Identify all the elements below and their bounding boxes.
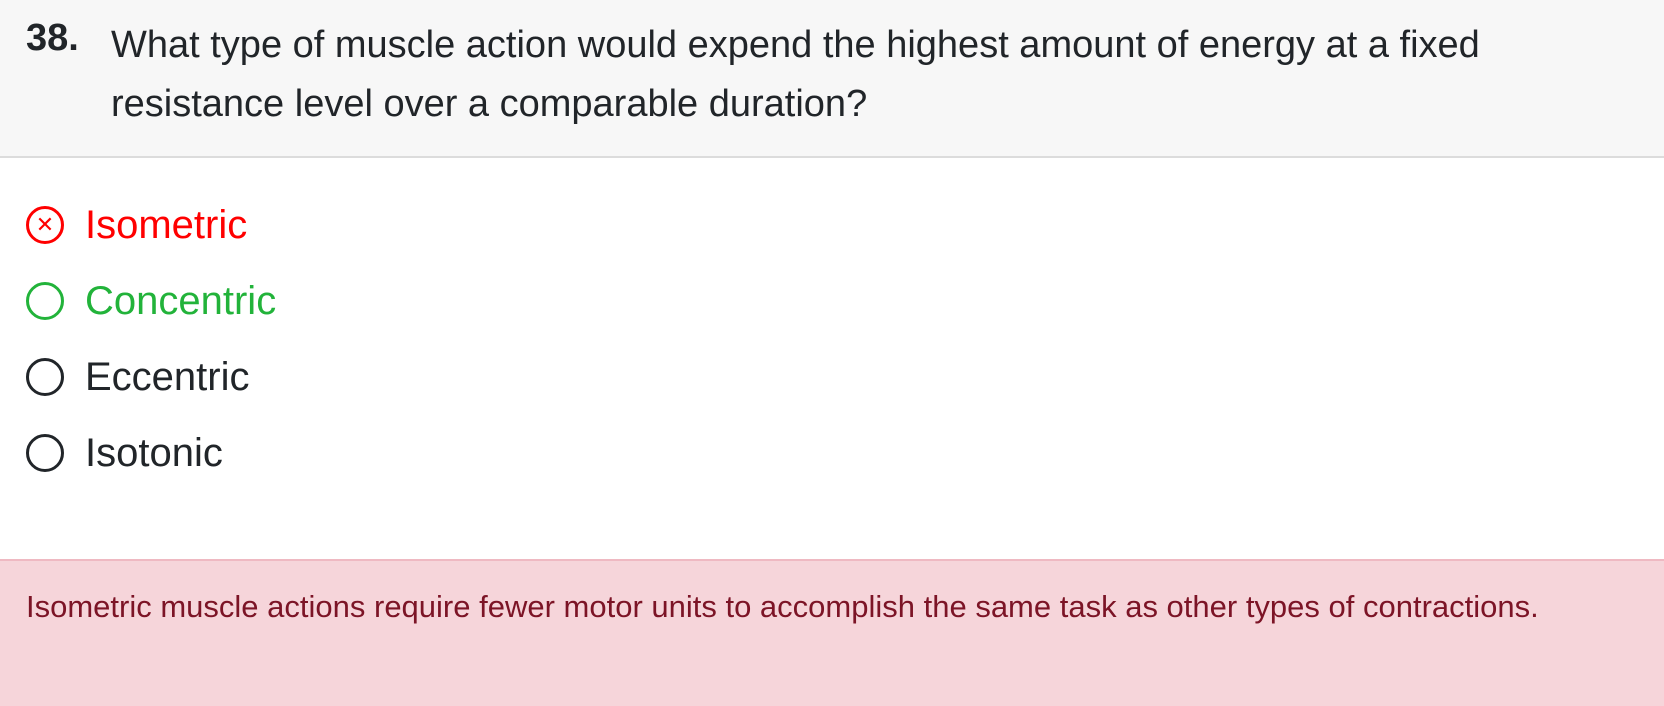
feedback-panel: Isometric muscle actions require fewer m… — [0, 559, 1664, 706]
question-number: 38. — [26, 17, 79, 59]
feedback-text: Isometric muscle actions require fewer m… — [26, 589, 1539, 624]
x-circle-icon: ✕ — [26, 206, 64, 244]
option-label: Eccentric — [85, 355, 250, 399]
option-concentric[interactable]: Concentric — [26, 276, 276, 326]
option-isotonic[interactable]: Isotonic — [26, 428, 223, 478]
option-isometric[interactable]: ✕ Isometric — [26, 200, 247, 250]
option-eccentric[interactable]: Eccentric — [26, 352, 250, 402]
option-label: Concentric — [85, 279, 277, 323]
option-label: Isotonic — [85, 431, 223, 475]
answer-options: ✕ Isometric Concentric Eccentric Isotoni… — [0, 158, 1664, 559]
option-label: Isometric — [85, 203, 248, 247]
radio-icon — [26, 282, 64, 320]
question-header: 38. What type of muscle action would exp… — [0, 0, 1664, 158]
radio-icon — [26, 358, 64, 396]
question-text: What type of muscle action would expend … — [111, 24, 1480, 125]
radio-icon — [26, 434, 64, 472]
